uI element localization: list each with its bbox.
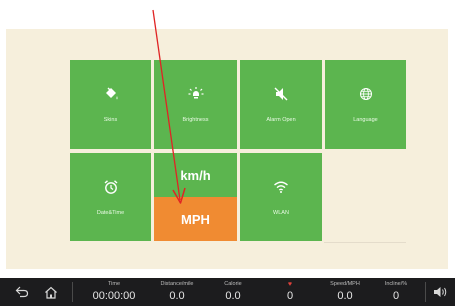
paint-bucket-icon [70, 84, 151, 104]
divider [72, 282, 73, 302]
wifi-icon [240, 177, 322, 197]
volume-icon[interactable] [432, 284, 448, 300]
metric-value: 0.0 [225, 290, 241, 302]
metric-calorie: Calorie 0.0 [210, 281, 256, 303]
tile-brightness[interactable]: Brightness [154, 60, 237, 149]
metric-label: Distance/mile [160, 281, 194, 287]
unit-toggle[interactable]: km/h MPH [154, 153, 237, 241]
metric-value: 0 [286, 290, 294, 302]
metric-value: 0.0 [337, 290, 353, 302]
metric-value: 0 [392, 290, 400, 302]
home-icon[interactable] [43, 284, 59, 300]
tile-skins[interactable]: Skins [70, 60, 151, 149]
tile-wlan[interactable]: WLAN [240, 153, 322, 241]
alarm-clock-icon [70, 177, 151, 197]
tile-label: Brightness [182, 117, 209, 123]
metric-label: Incline/% [384, 281, 408, 287]
tile-label: Date&Time [96, 210, 125, 216]
tile-language[interactable]: Language [325, 60, 406, 149]
tile-label: WLAN [273, 210, 289, 216]
metric-heart-rate: ♥ 0 [270, 281, 310, 303]
heart-icon: ♥ [287, 281, 293, 288]
tile-label: Skins [103, 117, 118, 123]
metric-value: 00:00:00 [92, 290, 136, 302]
unit-option-mph-selected[interactable]: MPH [154, 197, 237, 241]
divider [324, 242, 406, 243]
tile-label: Alarm Open [266, 117, 296, 123]
tile-datetime[interactable]: Date&Time [70, 153, 151, 241]
unit-option-kmh[interactable]: km/h [154, 153, 237, 197]
metric-incline: Incline/% 0 [374, 281, 418, 303]
metric-value: 0.0 [169, 290, 185, 302]
divider [425, 282, 426, 302]
brightness-icon [154, 84, 237, 104]
globe-icon [325, 84, 406, 104]
tile-label: Language [353, 117, 378, 123]
speaker-mute-icon [240, 84, 322, 104]
metric-time: Time 00:00:00 [82, 281, 146, 303]
metric-label: Speed/MPH [330, 281, 360, 287]
settings-screen: Skins Brightness Alarm Open Language Dat… [0, 0, 455, 306]
metric-label: Calorie [224, 281, 242, 287]
status-bar: Time 00:00:00 Distance/mile 0.0 Calorie … [0, 278, 455, 306]
back-icon[interactable] [14, 284, 30, 300]
metric-label: Time [107, 281, 121, 287]
metric-distance: Distance/mile 0.0 [148, 281, 206, 303]
tile-alarm[interactable]: Alarm Open [240, 60, 322, 149]
settings-panel: Skins Brightness Alarm Open Language Dat… [6, 29, 448, 269]
metric-speed: Speed/MPH 0.0 [318, 281, 372, 303]
